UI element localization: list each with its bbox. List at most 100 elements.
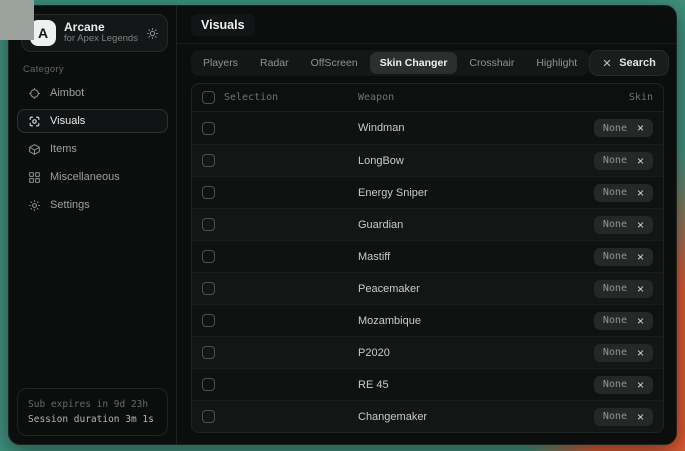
main-header: Visuals (177, 6, 676, 44)
row-checkbox[interactable] (202, 410, 215, 423)
row-checkbox[interactable] (202, 186, 215, 199)
sidebar-item-miscellaneous[interactable]: Miscellaneous (17, 165, 168, 189)
weapon-name: P2020 (358, 347, 557, 359)
clear-skin-icon[interactable]: × (637, 379, 644, 391)
skin-value: None (603, 315, 627, 326)
app-title: Arcane (64, 21, 138, 35)
row-checkbox[interactable] (202, 250, 215, 263)
row-checkbox[interactable] (202, 218, 215, 231)
sidebar-item-aimbot[interactable]: Aimbot (17, 81, 168, 105)
scan-eye-icon (28, 115, 41, 128)
gear-icon[interactable] (146, 27, 159, 40)
skin-select-chip[interactable]: None × (594, 216, 653, 234)
sidebar-item-settings[interactable]: Settings (17, 193, 168, 217)
table-row: Guardian None × (192, 208, 663, 240)
tab[interactable]: OffScreen (301, 52, 368, 74)
skin-cell: None × (557, 152, 653, 170)
table-row: Energy Sniper None × (192, 176, 663, 208)
skin-cell: None × (557, 280, 653, 298)
sidebar-item-items[interactable]: Items (17, 137, 168, 161)
weapon-name: RE 45 (358, 379, 557, 391)
sidebar-item-visuals[interactable]: Visuals (17, 109, 168, 133)
skin-cell: None × (557, 344, 653, 362)
skin-select-chip[interactable]: None × (594, 408, 653, 426)
app-window: A Arcane for Apex Legends Category (8, 5, 677, 445)
session-duration-text: Session duration 3m 1s (28, 412, 157, 427)
row-checkbox[interactable] (202, 378, 215, 391)
weapon-name: Guardian (358, 219, 557, 231)
table-row: Mozambique None × (192, 304, 663, 336)
row-checkbox[interactable] (202, 154, 215, 167)
sidebar-item-label: Settings (50, 199, 90, 211)
table-row: Peacemaker None × (192, 272, 663, 304)
row-checkbox[interactable] (202, 346, 215, 359)
tabs-row: Players Radar OffScreen Skin Changer Cro… (177, 44, 676, 76)
tab-bar: Players Radar OffScreen Skin Changer Cro… (191, 50, 589, 76)
clear-skin-icon[interactable]: × (637, 251, 644, 263)
table-row: LongBow None × (192, 144, 663, 176)
skin-select-chip[interactable]: None × (594, 280, 653, 298)
checkbox-cell (202, 154, 358, 167)
checkbox-cell (202, 410, 358, 423)
skin-select-chip[interactable]: None × (594, 344, 653, 362)
skin-changer-table: Selection Weapon Skin Windman None (191, 83, 664, 433)
clear-skin-icon[interactable]: × (637, 187, 644, 199)
skin-cell: None × (557, 408, 653, 426)
selection-header-cell: Selection (202, 91, 358, 104)
brand-text: Arcane for Apex Legends (64, 21, 138, 46)
tab[interactable]: Radar (250, 52, 299, 74)
row-checkbox[interactable] (202, 282, 215, 295)
search-button-label: Search (619, 57, 656, 69)
weapon-name: LongBow (358, 155, 557, 167)
table-row: RE 45 None × (192, 368, 663, 400)
clear-skin-icon[interactable]: × (637, 411, 644, 423)
skin-select-chip[interactable]: None × (594, 248, 653, 266)
skin-cell: None × (557, 119, 653, 137)
skin-value: None (603, 187, 627, 198)
weapon-name: Peacemaker (358, 283, 557, 295)
grid-icon (28, 171, 41, 184)
skin-value: None (603, 123, 627, 134)
search-button[interactable]: Search (589, 50, 669, 76)
clear-skin-icon[interactable]: × (637, 122, 644, 134)
app-subtitle: for Apex Legends (64, 34, 138, 45)
tab[interactable]: Skin Changer (370, 52, 458, 74)
skin-select-chip[interactable]: None × (594, 376, 653, 394)
clear-skin-icon[interactable]: × (637, 155, 644, 167)
table-header-row: Selection Weapon Skin (192, 84, 663, 112)
skin-cell: None × (557, 216, 653, 234)
sidebar-nav: Aimbot Visuals Items (17, 81, 168, 217)
clear-skin-icon[interactable]: × (637, 283, 644, 295)
sidebar-item-label: Visuals (50, 115, 85, 127)
tab[interactable]: Players (193, 52, 248, 74)
skin-cell: None × (557, 184, 653, 202)
weapon-name: Energy Sniper (358, 187, 557, 199)
skin-value: None (603, 251, 627, 262)
gear-icon (28, 199, 41, 212)
tab[interactable]: Highlight (526, 52, 587, 74)
skin-value: None (603, 219, 627, 230)
skin-header-label: Skin (557, 92, 653, 103)
weapon-header-label: Weapon (358, 92, 557, 103)
clear-skin-icon[interactable]: × (637, 347, 644, 359)
selection-header-label: Selection (224, 92, 278, 103)
checkbox-cell (202, 122, 358, 135)
weapon-name: Mozambique (358, 315, 557, 327)
skin-value: None (603, 283, 627, 294)
row-checkbox[interactable] (202, 122, 215, 135)
skin-select-chip[interactable]: None × (594, 184, 653, 202)
sidebar-item-label: Miscellaneous (50, 171, 120, 183)
row-checkbox[interactable] (202, 314, 215, 327)
clear-skin-icon[interactable]: × (637, 315, 644, 327)
box-icon (28, 143, 41, 156)
checkbox-cell (202, 346, 358, 359)
checkbox-cell (202, 378, 358, 391)
search-x-icon (602, 58, 612, 68)
skin-select-chip[interactable]: None × (594, 312, 653, 330)
skin-select-chip[interactable]: None × (594, 152, 653, 170)
select-all-checkbox[interactable] (202, 91, 215, 104)
skin-select-chip[interactable]: None × (594, 119, 653, 137)
checkbox-cell (202, 314, 358, 327)
tab[interactable]: Crosshair (459, 52, 524, 74)
clear-skin-icon[interactable]: × (637, 219, 644, 231)
